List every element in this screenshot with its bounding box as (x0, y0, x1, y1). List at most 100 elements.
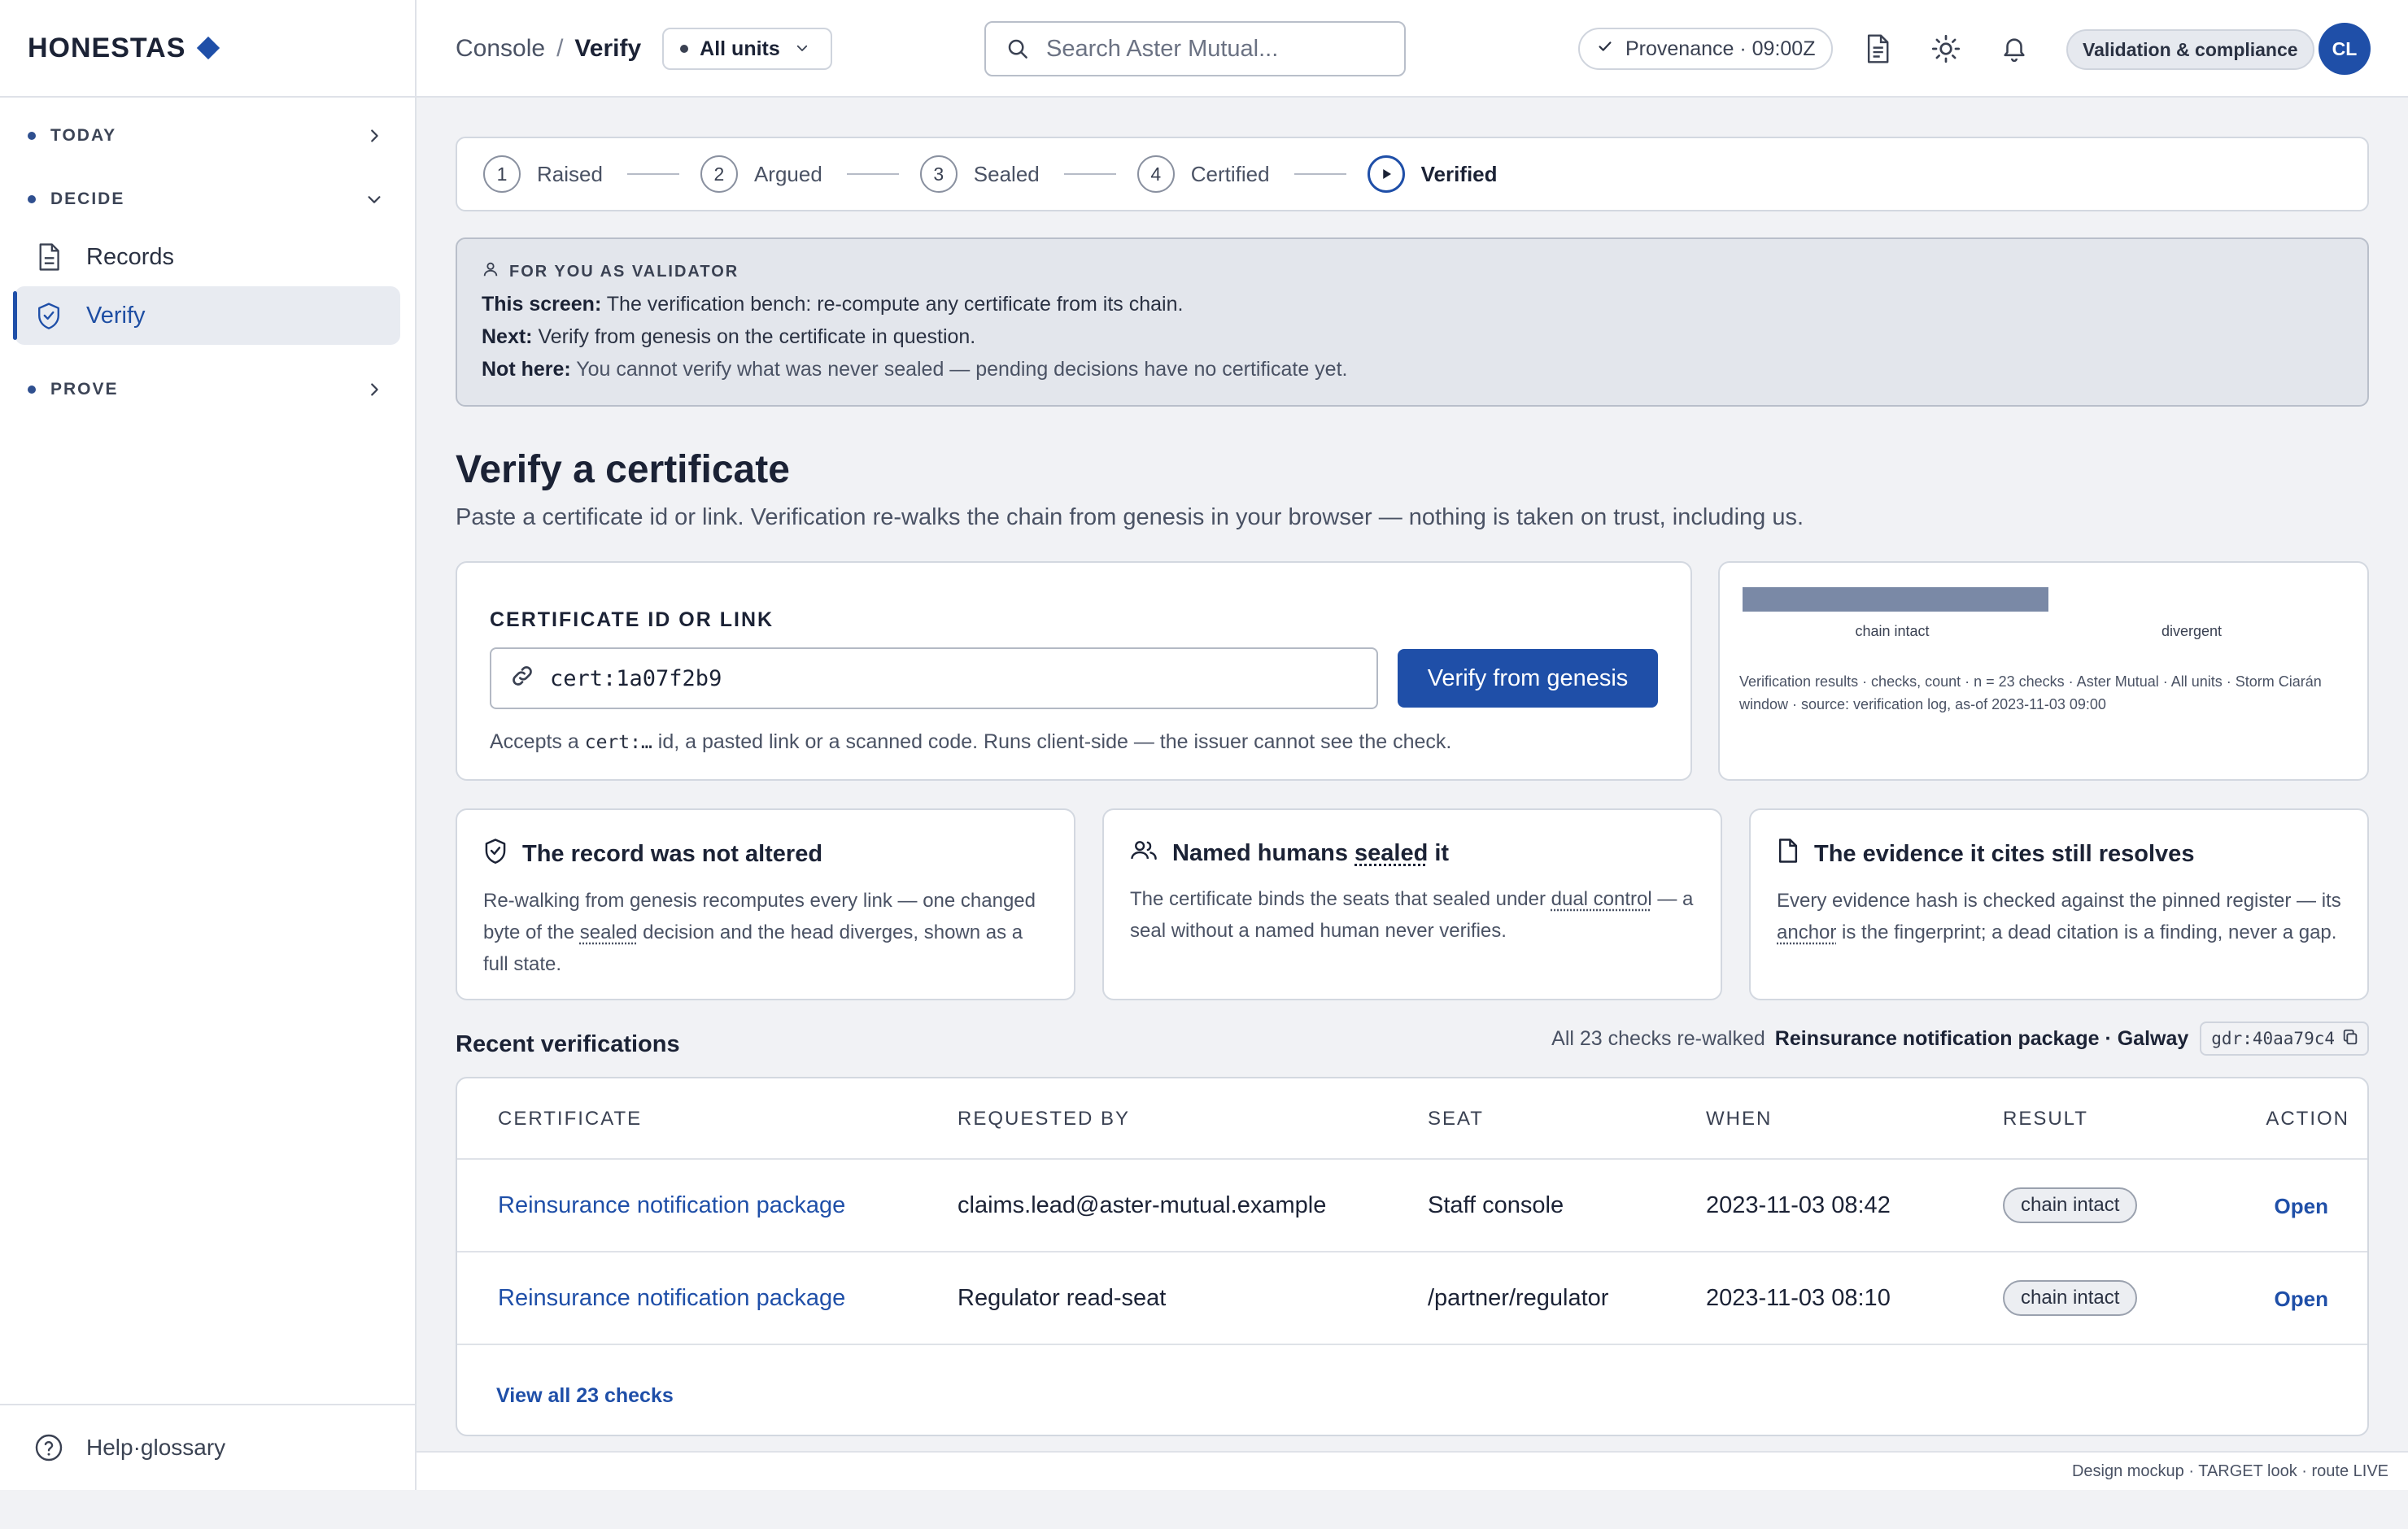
recent-verifications-table: CERTIFICATE REQUESTED BY SEAT WHEN RESUL… (456, 1077, 2369, 1436)
seat-cell: Staff console (1428, 1192, 1564, 1218)
units-label: All units (700, 37, 780, 60)
chart-bar-chain-intact (1743, 587, 2048, 612)
step-label: Sealed (973, 161, 1040, 186)
nav-section-today[interactable]: TODAY (0, 117, 415, 155)
sidebar-item-label: Records (86, 243, 174, 270)
help-label: Help·glossary (86, 1435, 226, 1460)
feature-description: The certificate binds the seats that sea… (1130, 883, 1695, 947)
section-dot-icon (28, 386, 36, 394)
provenance-label: Provenance · 09:00Z (1625, 37, 1816, 60)
column-header-requested-by[interactable]: REQUESTED BY (958, 1108, 1130, 1130)
certificate-link[interactable]: Reinsurance notification package (498, 1192, 845, 1219)
notice-this-screen: The verification bench: re-compute any c… (606, 293, 1184, 316)
recent-verifications-title: Recent verifications (456, 1031, 680, 1057)
step-label: Argued (753, 161, 822, 186)
nav-section-prove[interactable]: PROVE (0, 371, 415, 408)
chart-category-label: chain intact (1855, 623, 1929, 639)
glossary-term-anchor[interactable]: anchor (1777, 921, 1836, 943)
result-badge: chain intact (2003, 1280, 2138, 1316)
certificate-input[interactable]: cert:1a07f2b9 (490, 647, 1378, 709)
step-label: Verified (1420, 161, 1498, 186)
step-raised: 1 Raised (483, 155, 700, 193)
users-icon (1130, 838, 1158, 869)
recent-meta-package: Reinsurance notification package · Galwa… (1774, 1026, 2189, 1050)
chevron-right-icon (363, 378, 386, 401)
column-header-certificate[interactable]: CERTIFICATE (498, 1108, 642, 1130)
feature-title: Named humans sealed it (1172, 840, 1449, 867)
chevron-down-icon (363, 188, 386, 211)
glossary-term-sealed[interactable]: sealed (1354, 840, 1428, 866)
when-cell: 2023-11-03 08:42 (1706, 1192, 1891, 1218)
step-connector (846, 173, 899, 175)
step-sealed: 3 Sealed (919, 155, 1137, 193)
search-input[interactable]: Search Aster Mutual... (984, 21, 1406, 76)
feature-desc-a: The certificate binds the seats that sea… (1130, 888, 1551, 910)
provenance-badge[interactable]: Provenance · 09:00Z (1578, 28, 1834, 70)
nav-section-label: TODAY (50, 126, 117, 145)
footer-text: Design mockup · TARGET look · route LIVE (2071, 1461, 2388, 1480)
notice-next-label: Next: (482, 325, 533, 348)
brand-logo[interactable]: HONESTAS (0, 0, 415, 98)
certificate-hint: Accepts a cert:… id, a pasted link or a … (490, 730, 1451, 754)
column-header-when[interactable]: WHEN (1706, 1108, 1772, 1130)
main-content: 1 Raised 2 Argued 3 Sealed 4 Certified V… (417, 98, 2408, 1451)
hash-value: gdr:40aa79c4 (2211, 1029, 2335, 1048)
sidebar-item-label: Verify (86, 302, 146, 329)
open-link[interactable]: Open (2275, 1194, 2328, 1219)
unit-dot-icon (680, 45, 689, 53)
sun-icon[interactable] (1928, 31, 1964, 67)
feature-title: The evidence it cites still resolves (1814, 840, 2195, 867)
units-dropdown[interactable]: All units (662, 28, 832, 70)
breadcrumb-console[interactable]: Console (456, 35, 545, 63)
role-badge[interactable]: Validation & compliance (2066, 29, 2314, 70)
open-link[interactable]: Open (2275, 1287, 2328, 1312)
document-icon[interactable] (1860, 31, 1895, 67)
feature-desc-a: Every evidence hash is checked against t… (1777, 890, 2341, 912)
glossary-term-sealed[interactable]: sealed (580, 921, 638, 943)
help-glossary-link[interactable]: Help·glossary (0, 1404, 415, 1490)
chart-svg: chain intact divergent (1743, 587, 2222, 639)
sidebar-item-records[interactable]: Records (15, 228, 400, 286)
certificate-link[interactable]: Reinsurance notification package (498, 1285, 845, 1312)
notice-next: Verify from genesis on the certificate i… (538, 325, 976, 348)
verification-results-chart: chain intact divergent Verification resul… (1718, 561, 2369, 781)
column-header-result[interactable]: RESULT (2003, 1108, 2088, 1130)
section-dot-icon (28, 195, 36, 203)
search-placeholder: Search Aster Mutual... (1046, 35, 1279, 62)
table-row: Reinsurance notification package Regulat… (457, 1252, 2367, 1345)
copy-icon[interactable] (2341, 1028, 2359, 1050)
notice-this-screen-label: This screen: (482, 293, 602, 316)
notice-not-here-label: Not here: (482, 358, 571, 381)
hash-chip[interactable]: gdr:40aa79c4 (2200, 1022, 2369, 1056)
feature-title: The record was not altered (522, 840, 823, 867)
verify-from-genesis-button[interactable]: Verify from genesis (1398, 649, 1658, 708)
step-connector (626, 173, 679, 175)
step-number: 1 (483, 155, 521, 193)
step-certified: 4 Certified (1136, 155, 1368, 193)
feature-desc-b: is the fingerprint; a dead citation is a… (1836, 921, 2337, 943)
breadcrumb: Console / Verify All units (456, 0, 832, 98)
feature-card-named-humans: Named humans sealed it The certificate b… (1102, 808, 1722, 1000)
bell-icon[interactable] (1996, 31, 2032, 67)
feature-description: Every evidence hash is checked against t… (1777, 885, 2341, 948)
glossary-term-dual-control[interactable]: dual control (1551, 888, 1652, 910)
requested-by-cell: claims.lead@aster-mutual.example (958, 1192, 1327, 1218)
step-number: 3 (919, 155, 958, 193)
avatar[interactable]: CL (2319, 23, 2371, 75)
role-label: Validation & compliance (2083, 38, 2298, 60)
brand-name: HONESTAS (28, 32, 186, 63)
nav-section-decide[interactable]: DECIDE (0, 181, 415, 218)
view-all-checks-link[interactable]: View all 23 checks (496, 1384, 674, 1408)
shield-check-icon (33, 299, 65, 332)
column-header-seat[interactable]: SEAT (1428, 1108, 1484, 1130)
sidebar-item-verify[interactable]: Verify (13, 286, 400, 345)
step-connector (1063, 173, 1116, 175)
page-subtitle: Paste a certificate id or link. Verifica… (456, 504, 1804, 530)
chevron-right-icon (363, 124, 386, 147)
sidebar: HONESTAS TODAY DECIDE Records Verify PRO… (0, 0, 417, 1490)
seat-cell: /partner/regulator (1428, 1285, 1609, 1311)
shield-check-icon (483, 838, 508, 870)
recent-meta-count: All 23 checks re-walked (1551, 1026, 1765, 1050)
column-header-action[interactable]: ACTION (2266, 1108, 2349, 1130)
lifecycle-stepper: 1 Raised 2 Argued 3 Sealed 4 Certified V… (456, 137, 2369, 211)
